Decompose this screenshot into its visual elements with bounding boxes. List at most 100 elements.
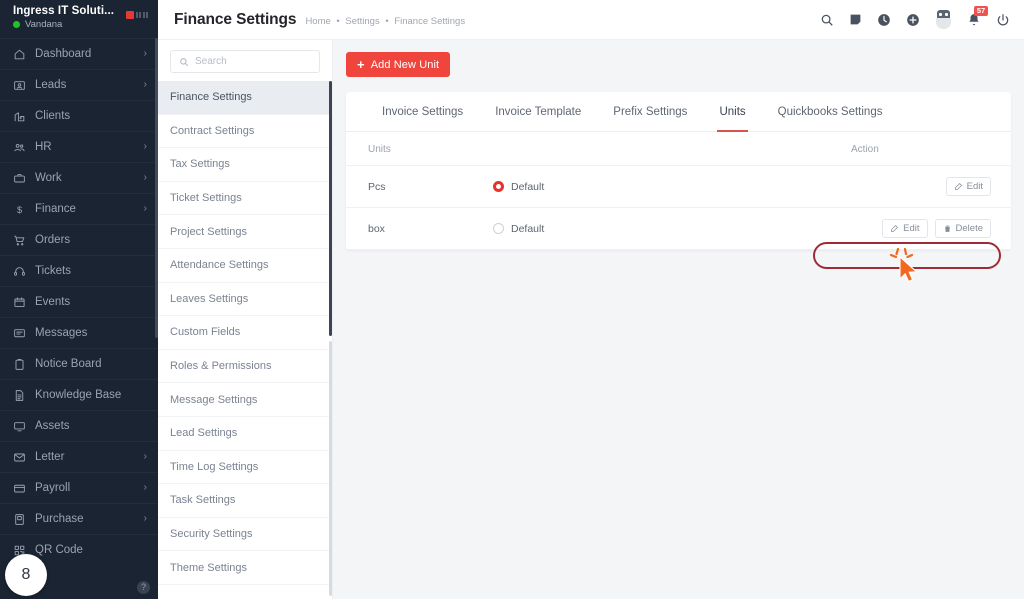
units-table-header-row: Units Action [346,132,1011,166]
tab-label: Units [719,105,746,118]
tab-prefix-settings[interactable]: Prefix Settings [597,92,703,132]
settings-menu-item-message-settings[interactable]: Message Settings [158,383,332,417]
tab-quickbooks-settings[interactable]: Quickbooks Settings [762,92,899,132]
sidebar-item-label: Assets [35,420,70,432]
breadcrumb-item-current: Finance Settings [394,15,466,27]
sidebar-item-label: Messages [35,327,88,339]
units-table: Units Action Pcs Default Edit box Default Edi… [346,132,1011,250]
submenu-scrollbar-thumb[interactable] [329,81,332,336]
header-action: Action [851,132,1011,166]
sidebar-item-work[interactable]: Work › [0,162,158,193]
settings-menu-item-project-settings[interactable]: Project Settings [158,215,332,249]
chevron-right-icon: › [143,203,147,214]
power-icon[interactable] [996,13,1010,27]
document-icon [13,389,30,402]
units-panel: + Add New Unit Invoice Settings Invoice T… [333,40,1024,599]
breadcrumb-item-home[interactable]: Home [305,16,330,27]
settings-menu-item-theme-settings[interactable]: Theme Settings [158,551,332,585]
finance-settings-tabs: Invoice Settings Invoice Template Prefix S… [346,92,1011,132]
settings-menu-item-ticket-settings[interactable]: Ticket Settings [158,182,332,216]
submenu-scrollbar-track-lower[interactable] [329,341,332,596]
settings-menu-item-custom-fields[interactable]: Custom Fields [158,316,332,350]
default-radio[interactable] [493,181,504,192]
default-radio[interactable] [493,223,504,234]
settings-menu-item-contract-settings[interactable]: Contract Settings [158,115,332,149]
settings-menu-item-label: Task Settings [170,494,236,507]
briefcase-icon [13,172,30,185]
sidebar-header: Ingress IT Soluti... Vandana [0,0,158,38]
table-row: Pcs Default Edit [346,165,1011,208]
company-name: Ingress IT Soluti... [13,5,115,17]
settings-menu-item-label: Custom Fields [170,326,241,339]
sidebar-item-letter[interactable]: Letter › [0,441,158,472]
breadcrumb-item-settings[interactable]: Settings [345,16,379,27]
sidebar-item-notice-board[interactable]: Notice Board [0,348,158,379]
sidebar-item-label: Finance [35,203,76,215]
unit-action-cell: Edit Delete [851,207,1011,250]
submenu-scrollbar[interactable] [329,81,332,599]
settings-search-box[interactable] [170,50,320,73]
tab-invoice-settings[interactable]: Invoice Settings [366,92,479,132]
header-default [486,132,851,166]
note-icon[interactable] [849,13,862,26]
sidebar-item-hr[interactable]: HR › [0,131,158,162]
sidebar-item-purchase[interactable]: Purchase › [0,503,158,534]
avatar[interactable] [935,10,952,29]
unit-action-cell: Edit [851,165,1011,208]
settings-menu-item-tax-settings[interactable]: Tax Settings [158,148,332,182]
bell-icon[interactable]: 57 [967,5,988,27]
sidebar-item-leads[interactable]: Leads › [0,69,158,100]
settings-menu-item-label: Lead Settings [170,427,238,440]
sidebar-item-tickets[interactable]: Tickets [0,255,158,286]
settings-menu-list: Finance Settings Contract Settings Tax Set… [158,81,332,585]
clock-icon[interactable] [877,13,891,27]
sidebar-item-label: Notice Board [35,358,102,370]
sidebar-item-label: Leads [35,79,67,91]
online-status-dot [13,21,20,28]
sidebar-item-clients[interactable]: Clients [0,100,158,131]
search-icon[interactable] [820,13,834,27]
delete-button[interactable]: Delete [934,219,991,238]
edit-button[interactable]: Edit [945,177,991,196]
default-radio-label: Default [511,180,545,193]
edit-button[interactable]: Edit [882,219,928,238]
settings-menu-item-leaves-settings[interactable]: Leaves Settings [158,283,332,317]
svg-text:$: $ [17,204,22,214]
sidebar-item-messages[interactable]: Messages [0,317,158,348]
leads-icon [13,79,30,92]
sidebar-item-payroll[interactable]: Payroll › [0,472,158,503]
plus-circle-icon[interactable] [906,13,920,27]
sidebar-item-orders[interactable]: Orders [0,224,158,255]
settings-menu-item-attendance-settings[interactable]: Attendance Settings [158,249,332,283]
tab-label: Quickbooks Settings [777,105,883,118]
settings-menu-item-roles-permissions[interactable]: Roles & Permissions [158,350,332,384]
monitor-icon [13,420,30,433]
sidebar-item-finance[interactable]: $ Finance › [0,193,158,224]
tab-label: Invoice Settings [382,105,464,118]
plus-icon: + [357,57,365,72]
edit-icon [890,224,899,233]
settings-menu-item-lead-settings[interactable]: Lead Settings [158,417,332,451]
settings-menu-item-label: Finance Settings [170,91,252,104]
add-new-unit-button[interactable]: + Add New Unit [346,52,451,77]
unit-default-cell: Default [486,207,851,250]
settings-menu-item-security-settings[interactable]: Security Settings [158,518,332,552]
trash-icon [943,224,952,233]
tab-units[interactable]: Units [703,92,761,132]
settings-search-input[interactable] [195,56,311,67]
settings-menu-item-label: Attendance Settings [170,259,269,272]
sidebar-item-events[interactable]: Events [0,286,158,317]
settings-menu-item-task-settings[interactable]: Task Settings [158,484,332,518]
settings-menu-item-time-log-settings[interactable]: Time Log Settings [158,451,332,485]
avatar-head [937,10,950,18]
settings-menu-item-finance-settings[interactable]: Finance Settings [158,81,332,115]
unit-name-cell: Pcs [346,165,486,208]
sidebar-item-assets[interactable]: Assets [0,410,158,441]
table-row: box Default Edit Delete [346,207,1011,250]
settings-search-wrap [158,40,332,81]
help-icon[interactable]: ? [137,581,150,594]
sidebar-item-knowledge-base[interactable]: Knowledge Base [0,379,158,410]
tab-invoice-template[interactable]: Invoice Template [479,92,597,132]
settings-menu-item-label: Ticket Settings [170,192,242,205]
sidebar-item-dashboard[interactable]: Dashboard › [0,38,158,69]
